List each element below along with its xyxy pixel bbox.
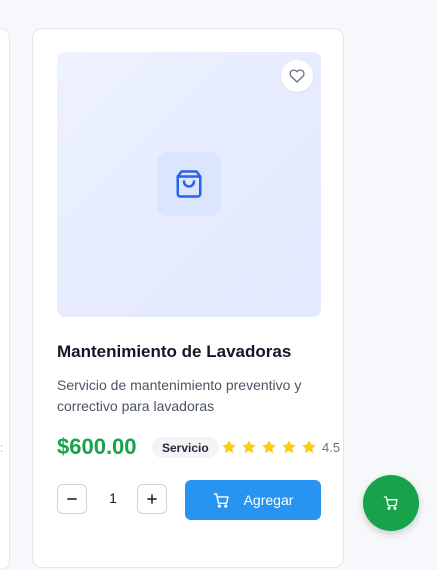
star-icon	[282, 440, 296, 453]
cart-icon	[383, 496, 398, 510]
category-badge: Servicio	[152, 437, 219, 458]
cart-icon	[213, 492, 229, 508]
product-title: Mantenimiento de Lavadoras	[57, 342, 292, 361]
rating-value: 4.5	[322, 439, 341, 455]
previous-product-card	[0, 28, 10, 570]
add-to-cart-label: Agregar	[243, 492, 294, 508]
add-to-cart-button[interactable]: Agregar	[185, 480, 321, 520]
product-image-placeholder	[57, 52, 321, 317]
star-icon	[242, 440, 256, 453]
quantity-increase-button[interactable]	[137, 484, 167, 514]
star-icon	[222, 440, 236, 453]
shopping-bag-icon	[157, 152, 221, 216]
product-price: $600.00	[57, 434, 137, 459]
plus-icon	[147, 494, 157, 504]
quantity-value: 1	[109, 490, 117, 506]
product-description: Servicio de mantenimiento preventivo y c…	[57, 377, 302, 414]
heart-icon	[289, 69, 305, 83]
quantity-decrease-button[interactable]	[57, 484, 87, 514]
star-icon	[302, 440, 316, 453]
minus-icon	[67, 498, 77, 500]
previous-card-text-fragment: ⁚	[0, 444, 4, 455]
rating: 4.5	[221, 439, 340, 455]
star-icon	[262, 440, 276, 453]
product-card: Mantenimiento de Lavadoras Servicio de m…	[32, 28, 344, 568]
floating-cart-button[interactable]	[363, 475, 419, 531]
favorite-button[interactable]	[281, 60, 313, 92]
